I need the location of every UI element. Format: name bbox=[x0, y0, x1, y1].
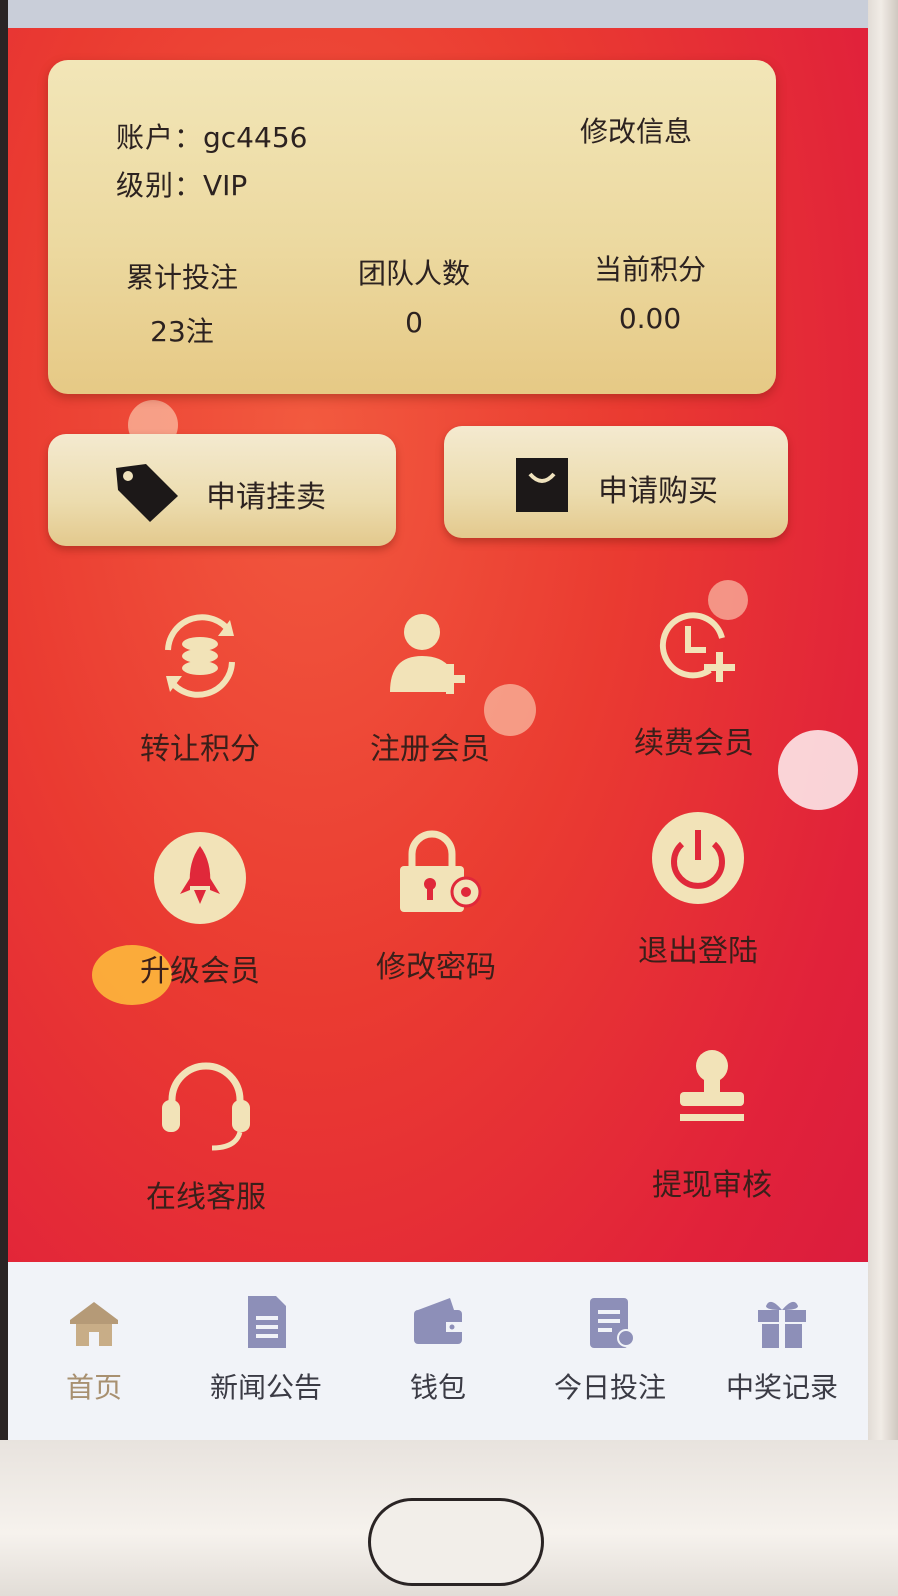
level-row: 级别：VIP bbox=[116, 164, 247, 204]
grid-label: 提现审核 bbox=[652, 1168, 772, 1203]
nav-label: 首页 bbox=[65, 1371, 122, 1404]
withdraw-review-item[interactable]: 提现审核 bbox=[612, 1042, 812, 1232]
stamp-icon bbox=[680, 1050, 744, 1121]
price-tag-icon bbox=[116, 464, 178, 522]
stat-value: 0 bbox=[405, 306, 423, 339]
register-member-item[interactable]: 注册会员 bbox=[330, 606, 530, 796]
transfer-points-item[interactable]: 转让积分 bbox=[100, 606, 300, 796]
stat-team-size: 团队人数 0 bbox=[314, 252, 514, 339]
edit-info-link[interactable]: 修改信息 bbox=[580, 110, 692, 150]
bottom-navigation: 首页 新闻公告 钱包 今日投注 中奖记录 bbox=[8, 1262, 868, 1440]
apply-buy-label: 申请购买 bbox=[598, 474, 718, 509]
account-label: 账户： bbox=[116, 121, 204, 154]
nav-home[interactable]: 首页 bbox=[8, 1262, 180, 1440]
level-value: VIP bbox=[203, 169, 248, 202]
logout-item[interactable]: 退出登陆 bbox=[598, 808, 798, 998]
grid-label: 升级会员 bbox=[140, 954, 260, 989]
account-value: gc4456 bbox=[203, 121, 308, 154]
nav-label: 钱包 bbox=[409, 1371, 466, 1404]
headset-icon bbox=[162, 1062, 250, 1151]
transfer-points-icon bbox=[165, 614, 235, 698]
stat-current-points: 当前积分 0.00 bbox=[550, 248, 750, 335]
home-icon bbox=[70, 1302, 118, 1346]
stat-label: 累计投注 bbox=[125, 261, 238, 294]
renew-member-icon bbox=[659, 612, 735, 682]
wallet-icon bbox=[414, 1298, 462, 1344]
clipboard-icon bbox=[590, 1298, 635, 1348]
app-screen: 账户：gc4456 级别：VIP 修改信息 累计投注 23注 团队人数 0 当前… bbox=[8, 0, 868, 1440]
grid-label: 修改密码 bbox=[376, 950, 496, 985]
grid-label: 注册会员 bbox=[370, 732, 490, 767]
stat-total-bets: 累计投注 23注 bbox=[82, 256, 282, 350]
grid-label: 退出登陆 bbox=[638, 934, 758, 969]
shopping-bag-icon bbox=[516, 458, 568, 512]
nav-news[interactable]: 新闻公告 bbox=[180, 1262, 352, 1440]
grid-label: 在线客服 bbox=[146, 1180, 266, 1215]
account-row: 账户：gc4456 bbox=[116, 116, 307, 156]
upgrade-member-item[interactable]: 升级会员 bbox=[100, 828, 300, 1018]
lock-gear-icon bbox=[400, 830, 482, 912]
apply-buy-button[interactable]: 申请购买 bbox=[444, 426, 788, 538]
stat-label: 团队人数 bbox=[357, 257, 470, 290]
online-support-item[interactable]: 在线客服 bbox=[106, 1054, 306, 1244]
apply-sell-button[interactable]: 申请挂卖 bbox=[48, 434, 396, 546]
nav-label: 今日投注 bbox=[553, 1371, 666, 1404]
grid-label: 续费会员 bbox=[634, 726, 754, 761]
gift-icon bbox=[758, 1301, 806, 1348]
device-home-button[interactable] bbox=[368, 1498, 544, 1586]
document-icon bbox=[248, 1296, 286, 1348]
level-label: 级别： bbox=[116, 169, 204, 202]
nav-label: 新闻公告 bbox=[209, 1371, 322, 1404]
rocket-icon bbox=[154, 832, 246, 924]
stat-label: 当前积分 bbox=[593, 253, 706, 286]
account-info-card: 账户：gc4456 级别：VIP 修改信息 累计投注 23注 团队人数 0 当前… bbox=[48, 60, 776, 394]
status-bar bbox=[8, 0, 868, 28]
grid-label: 转让积分 bbox=[140, 732, 260, 767]
power-icon bbox=[652, 812, 744, 904]
register-member-icon bbox=[390, 614, 465, 694]
nav-wallet[interactable]: 钱包 bbox=[352, 1262, 524, 1440]
stat-value: 0.00 bbox=[618, 302, 682, 335]
change-password-item[interactable]: 修改密码 bbox=[336, 824, 536, 1014]
nav-label: 中奖记录 bbox=[725, 1371, 838, 1404]
renew-member-item[interactable]: 续费会员 bbox=[594, 600, 794, 790]
apply-sell-label: 申请挂卖 bbox=[206, 480, 326, 515]
nav-prize-records[interactable]: 中奖记录 bbox=[696, 1262, 868, 1440]
stat-value: 23注 bbox=[150, 315, 214, 348]
nav-today-bets[interactable]: 今日投注 bbox=[524, 1262, 696, 1440]
